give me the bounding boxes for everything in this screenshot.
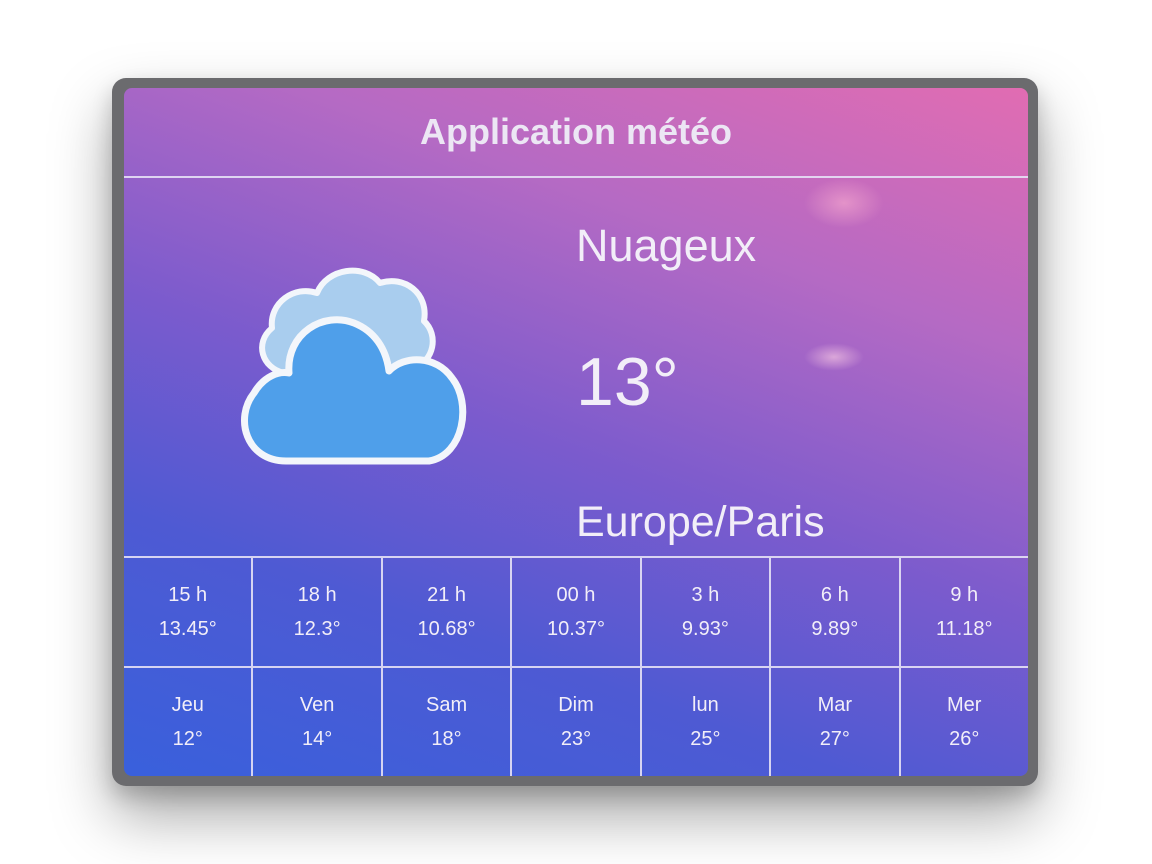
hourly-forecast-row: 15 h 13.45° 18 h 12.3° 21 h 10.68° 00 h … — [124, 558, 1028, 668]
daily-cell: Dim 23° — [512, 668, 642, 776]
daily-temp: 26° — [949, 728, 980, 750]
forecast-grid: 15 h 13.45° 18 h 12.3° 21 h 10.68° 00 h … — [124, 556, 1028, 776]
hourly-cell: 21 h 10.68° — [383, 558, 513, 666]
hourly-temp: 10.68° — [417, 618, 476, 640]
daily-cell: Jeu 12° — [124, 668, 254, 776]
daily-day: Mar — [817, 694, 853, 716]
hourly-time: 3 h — [691, 584, 720, 606]
hourly-temp: 9.89° — [811, 618, 859, 640]
light-glare — [804, 343, 864, 371]
hourly-cell: 00 h 10.37° — [512, 558, 642, 666]
hourly-cell: 18 h 12.3° — [253, 558, 383, 666]
weather-condition: Nuageux — [576, 220, 757, 271]
daily-day: Dim — [558, 694, 594, 716]
hourly-temp: 10.37° — [546, 618, 605, 640]
daily-cell: lun 25° — [642, 668, 772, 776]
stage: Application météo Nuageux 13° Europe/Par… — [0, 0, 1152, 864]
device-bezel: Application météo Nuageux 13° Europe/Par… — [112, 78, 1038, 786]
daily-temp: 12° — [172, 728, 203, 750]
hourly-time: 6 h — [820, 584, 849, 606]
hourly-time: 21 h — [427, 584, 467, 606]
app-title: Application météo — [124, 88, 1028, 178]
hourly-time: 9 h — [950, 584, 979, 606]
daily-temp: 23° — [560, 728, 592, 750]
daily-cell: Sam 18° — [383, 668, 513, 776]
cloud-icon — [241, 267, 467, 465]
daily-cell: Ven 14° — [253, 668, 383, 776]
daily-temp: 25° — [690, 728, 721, 750]
hourly-temp: 13.45° — [158, 618, 217, 640]
daily-day: lun — [692, 694, 719, 716]
hourly-time: 15 h — [168, 584, 208, 606]
hourly-temp: 11.18° — [935, 618, 993, 640]
weather-screen: Application météo Nuageux 13° Europe/Par… — [124, 88, 1028, 776]
daily-temp: 14° — [302, 728, 333, 750]
daily-cell: Mer 26° — [901, 668, 1028, 776]
hourly-cell: 15 h 13.45° — [124, 558, 254, 666]
daily-day: Mer — [947, 694, 982, 716]
daily-day: Ven — [299, 694, 335, 716]
daily-cell: Mar 27° — [771, 668, 901, 776]
daily-forecast-row: Jeu 12° Ven 14° Sam 18° Dim 23° lun 25° … — [124, 668, 1028, 776]
daily-day: Jeu — [171, 694, 204, 716]
daily-temp: 27° — [819, 728, 850, 750]
location-label: Europe/Paris — [576, 498, 825, 546]
hourly-time: 00 h — [556, 584, 596, 606]
hourly-cell: 3 h 9.93° — [642, 558, 772, 666]
daily-day: Sam — [425, 694, 468, 716]
hourly-temp: 9.93° — [681, 618, 729, 640]
daily-temp: 18° — [431, 728, 462, 750]
hourly-time: 18 h — [297, 584, 337, 606]
hourly-temp: 12.3° — [293, 618, 341, 640]
hourly-cell: 9 h 11.18° — [901, 558, 1028, 666]
current-temperature: 13° — [576, 344, 679, 420]
light-glare — [804, 178, 884, 228]
hourly-cell: 6 h 9.89° — [771, 558, 901, 666]
